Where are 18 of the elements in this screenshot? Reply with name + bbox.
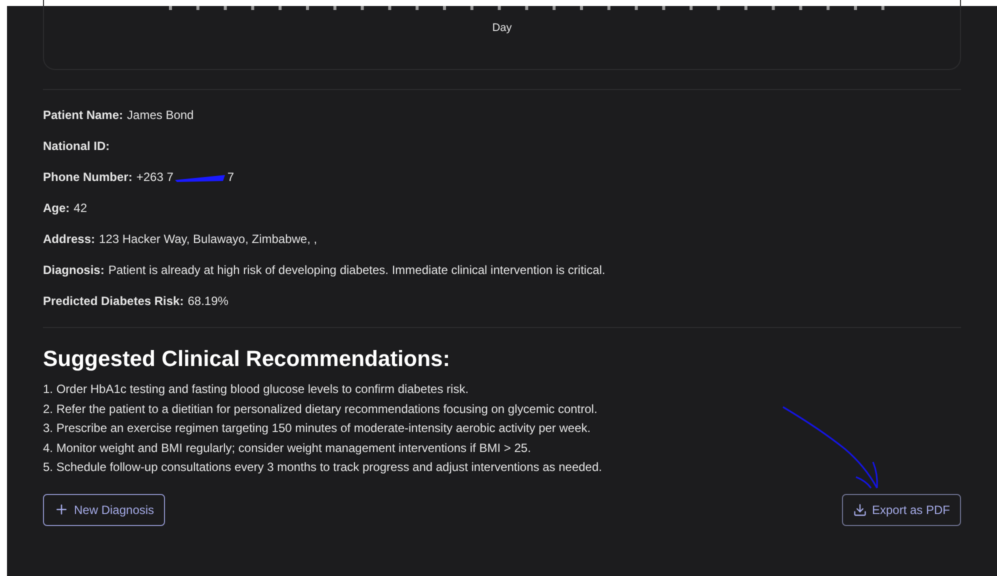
plus-icon — [54, 502, 69, 517]
recommendation-item: 4. Monitor weight and BMI regularly; consider weight management interventions if BMI > 25. — [43, 440, 532, 456]
recommendation-item: 3. Prescribe an exercise regimen targeting 150 minutes of moderate-intensity aerobic activity per week. — [43, 420, 592, 437]
patient-detail: Address: 123 Hacker Way, Bulawayo, Zimbabwe, , — [43, 231, 318, 248]
recommendation-item: 5. Schedule follow-up consultations every 3 months to track progress and adjust interventions as needed. — [43, 459, 603, 476]
recommendation-item: 2. Refer the patient to a dietitian for personalized dietary recommendations focusing on glycemic control. — [43, 400, 598, 418]
patient-detail: Age: 42 — [43, 200, 88, 217]
recommendation-item: 1. Order HbA1c testing and fasting blood glucose levels to confirm diabetes risk. — [43, 381, 470, 398]
patient-detail: Predicted Diabetes Risk: 68.19% — [43, 293, 230, 310]
export-pdf-button[interactable]: Export as PDF — [842, 494, 961, 526]
patient-detail: Diagnosis: Patient is already at high risk of developing diabetes. Immediate clinical intervention is critical. — [43, 262, 606, 279]
patient-detail: Phone Number: +263 7 7 — [43, 169, 236, 186]
patient-detail: Patient Name: James Bond — [43, 107, 195, 124]
axis-label: Day — [492, 21, 512, 36]
new-diagnosis-button[interactable]: New Diagnosis — [43, 494, 166, 526]
patient-detail: National ID: — [43, 138, 111, 155]
download-icon — [852, 502, 867, 516]
section-heading: Suggested Clinical Recommendations: — [43, 345, 452, 373]
